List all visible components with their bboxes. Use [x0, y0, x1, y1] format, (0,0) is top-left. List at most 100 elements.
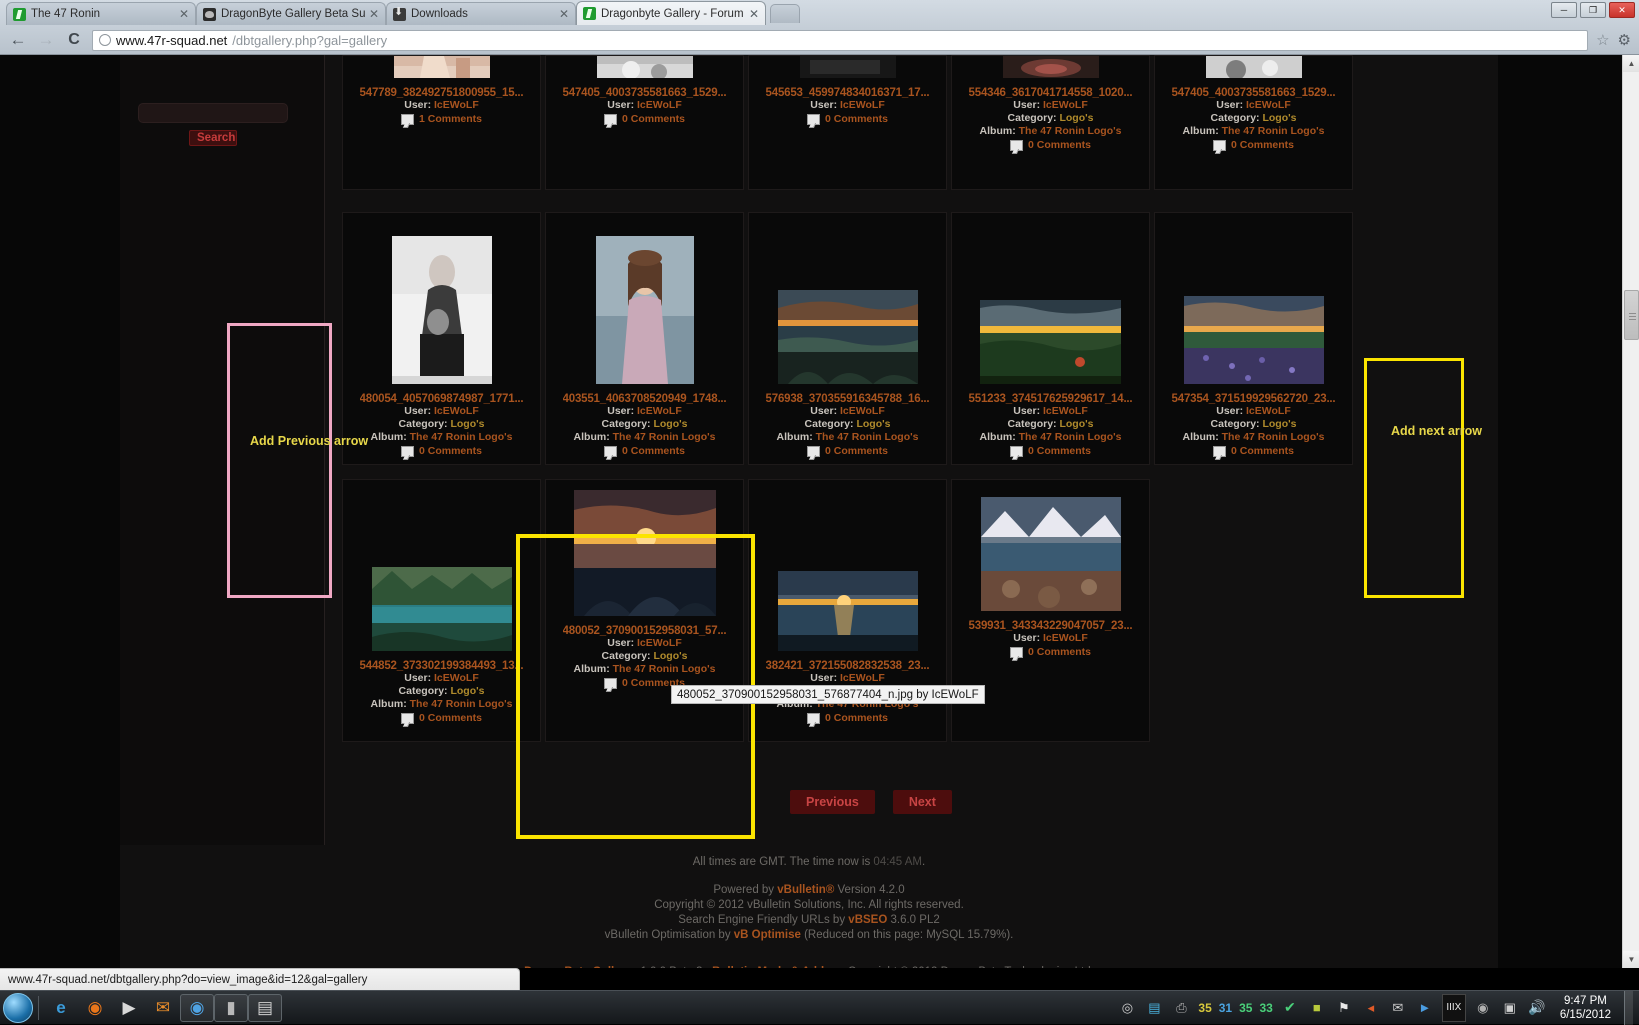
gallery-card[interactable]: 547405_4003735581663_1529... User: IcEWo… [545, 55, 744, 190]
category-value[interactable]: Logo's [653, 418, 687, 430]
closeup-photo-thumbnail[interactable] [1002, 56, 1099, 78]
gallery-card[interactable]: 547789_382492751800955_15... User: IcEWo… [342, 55, 541, 190]
bw-woman-guitar-thumbnail[interactable] [391, 236, 492, 384]
thumbnail-wrap[interactable] [343, 486, 540, 651]
album-value[interactable]: The 47 Ronin Logo's [1222, 431, 1325, 443]
bw-photo-thumbnail[interactable] [596, 56, 693, 78]
dragonbyte-gallery-link[interactable]: DragonByte Gallery [524, 966, 631, 968]
card-title[interactable]: 382421_372155082832538_23... [766, 660, 930, 672]
firefox-icon[interactable]: ◉ [78, 994, 112, 1022]
album-value[interactable]: The 47 Ronin Logo's [410, 431, 513, 443]
gallery-card[interactable]: 547354_371519929562720_23... User: IcEWo… [1154, 212, 1353, 465]
card-title[interactable]: 576938_370355916345788_16... [766, 393, 930, 405]
card-title[interactable]: 554346_3617041714558_1020... [969, 87, 1133, 99]
comments-count[interactable]: 0 Comments [1028, 646, 1091, 658]
comments-count[interactable]: 0 Comments [622, 445, 685, 457]
comments-count[interactable]: 0 Comments [1231, 445, 1294, 457]
comments-row[interactable]: 0 Comments [1009, 445, 1091, 457]
previous-page-button[interactable]: Previous [790, 790, 875, 814]
message-tray-icon[interactable]: ✉ [1388, 994, 1408, 1022]
comments-row[interactable]: 0 Comments [1212, 139, 1294, 151]
vbulletin-link[interactable]: vBulletin® [777, 884, 834, 896]
card-title[interactable]: 403551_4063708520949_1748... [563, 393, 727, 405]
thumbnail-wrap[interactable] [343, 56, 540, 78]
comments-row[interactable]: 0 Comments [400, 445, 482, 457]
comments-count[interactable]: 0 Comments [419, 445, 482, 457]
tab-the-47-ronin[interactable]: The 47 Ronin ✕ [6, 2, 196, 25]
comments-count[interactable]: 0 Comments [1231, 139, 1294, 151]
user-value[interactable]: IcEWoLF [840, 672, 885, 684]
thumbnail-wrap[interactable] [749, 486, 946, 651]
user-value[interactable]: IcEWoLF [1043, 632, 1088, 644]
network-tray-icon[interactable]: ▤ [1144, 994, 1164, 1022]
thumbnail-wrap[interactable] [749, 219, 946, 384]
gallery-card[interactable]: 554346_3617041714558_1020... User: IcEWo… [951, 55, 1150, 190]
gallery-card[interactable]: 551233_374517625929617_14... User: IcEWo… [951, 212, 1150, 465]
alpine-lake-thumbnail[interactable] [371, 567, 512, 651]
address-bar[interactable]: www.47r-squad.net/dbtgallery.php?gal=gal… [92, 29, 1589, 51]
comments-row[interactable]: 0 Comments [400, 712, 482, 724]
tray-number-4[interactable]: 33 [1259, 1001, 1272, 1015]
user-value[interactable]: IcEWoLF [840, 99, 885, 111]
woman-portrait-thumbnail[interactable] [595, 236, 694, 384]
thumbnail-wrap[interactable] [749, 56, 946, 78]
thumbnail-wrap[interactable] [952, 219, 1149, 384]
thumbnail-wrap[interactable] [546, 219, 743, 384]
marsh-sunset-thumbnail[interactable] [777, 290, 918, 384]
comments-row[interactable]: 0 Comments [1009, 139, 1091, 151]
minimize-button[interactable]: ─ [1551, 2, 1577, 18]
start-button-icon[interactable] [3, 992, 33, 1023]
comments-row[interactable]: 0 Comments [806, 712, 888, 724]
new-tab-button[interactable] [770, 4, 800, 23]
album-value[interactable]: The 47 Ronin Logo's [1019, 431, 1122, 443]
clock[interactable]: 9:47 PM 6/15/2012 [1554, 994, 1617, 1022]
tray-number-3[interactable]: 35 [1239, 1001, 1252, 1015]
directx-tray-icon[interactable]: IIIX [1441, 993, 1466, 1022]
user-value[interactable]: IcEWoLF [1246, 99, 1291, 111]
card-title[interactable]: 547354_371519929562720_23... [1172, 393, 1336, 405]
search-button[interactable]: Search [189, 130, 237, 146]
tab-downloads[interactable]: Downloads ✕ [386, 2, 576, 25]
close-icon[interactable]: ✕ [749, 7, 759, 21]
reload-icon[interactable]: C [64, 31, 84, 49]
maximize-button[interactable]: ❐ [1580, 2, 1606, 18]
thumbnail-wrap[interactable] [952, 486, 1149, 611]
comments-row[interactable]: 0 Comments [1212, 445, 1294, 457]
user-value[interactable]: IcEWoLF [1246, 405, 1291, 417]
mountain-lake-thumbnail[interactable] [980, 497, 1121, 611]
comments-count[interactable]: 0 Comments [825, 113, 888, 125]
page-scrollbar[interactable]: ▲ ▼ [1622, 55, 1639, 968]
vb-optimise-link[interactable]: vB Optimise [734, 929, 801, 941]
bw-photo-2-thumbnail[interactable] [1205, 56, 1302, 78]
thumbnail-wrap[interactable] [343, 219, 540, 384]
gallery-card[interactable]: 547405_4003735581663_1529... User: IcEWo… [1154, 55, 1353, 190]
portrait-photo-thumbnail[interactable] [393, 56, 490, 78]
card-title[interactable]: 544852_373302199384493_13... [360, 660, 524, 672]
category-value[interactable]: Logo's [1059, 418, 1093, 430]
comments-row[interactable]: 0 Comments [603, 445, 685, 457]
flag-tray-icon[interactable]: ⚑ [1334, 994, 1354, 1022]
gallery-card[interactable]: 480054_4057069874987_1771... User: IcEWo… [342, 212, 541, 465]
card-title[interactable]: 551233_374517625929617_14... [969, 393, 1133, 405]
close-icon[interactable]: ✕ [369, 7, 379, 21]
category-value[interactable]: Logo's [450, 418, 484, 430]
money-tray-icon[interactable]: ■ [1307, 994, 1327, 1022]
vbulletin-mods-link[interactable]: vBulletin Mods & Addons [706, 966, 845, 968]
tray-number-1[interactable]: 35 [1198, 1001, 1211, 1015]
comments-row[interactable]: 0 Comments [806, 113, 888, 125]
thumbnail-wrap[interactable] [1155, 56, 1352, 78]
play-tray-icon[interactable]: ► [1415, 994, 1435, 1022]
field-sunset-thumbnail[interactable] [980, 300, 1121, 384]
comments-count[interactable]: 0 Comments [622, 113, 685, 125]
tray-number-2[interactable]: 31 [1219, 1001, 1232, 1015]
comments-row[interactable]: 0 Comments [806, 445, 888, 457]
comments-row[interactable]: 0 Comments [603, 113, 685, 125]
comments-count[interactable]: 1 Comments [419, 113, 482, 125]
search-input[interactable] [138, 103, 288, 123]
gallery-app-icon[interactable]: ▤ [248, 993, 282, 1022]
album-value[interactable]: The 47 Ronin Logo's [1019, 125, 1122, 137]
scroll-down-arrow-icon[interactable]: ▼ [1623, 951, 1639, 968]
album-value[interactable]: The 47 Ronin Logo's [613, 431, 716, 443]
user-value[interactable]: IcEWoLF [434, 672, 479, 684]
album-value[interactable]: The 47 Ronin Logo's [410, 698, 513, 710]
